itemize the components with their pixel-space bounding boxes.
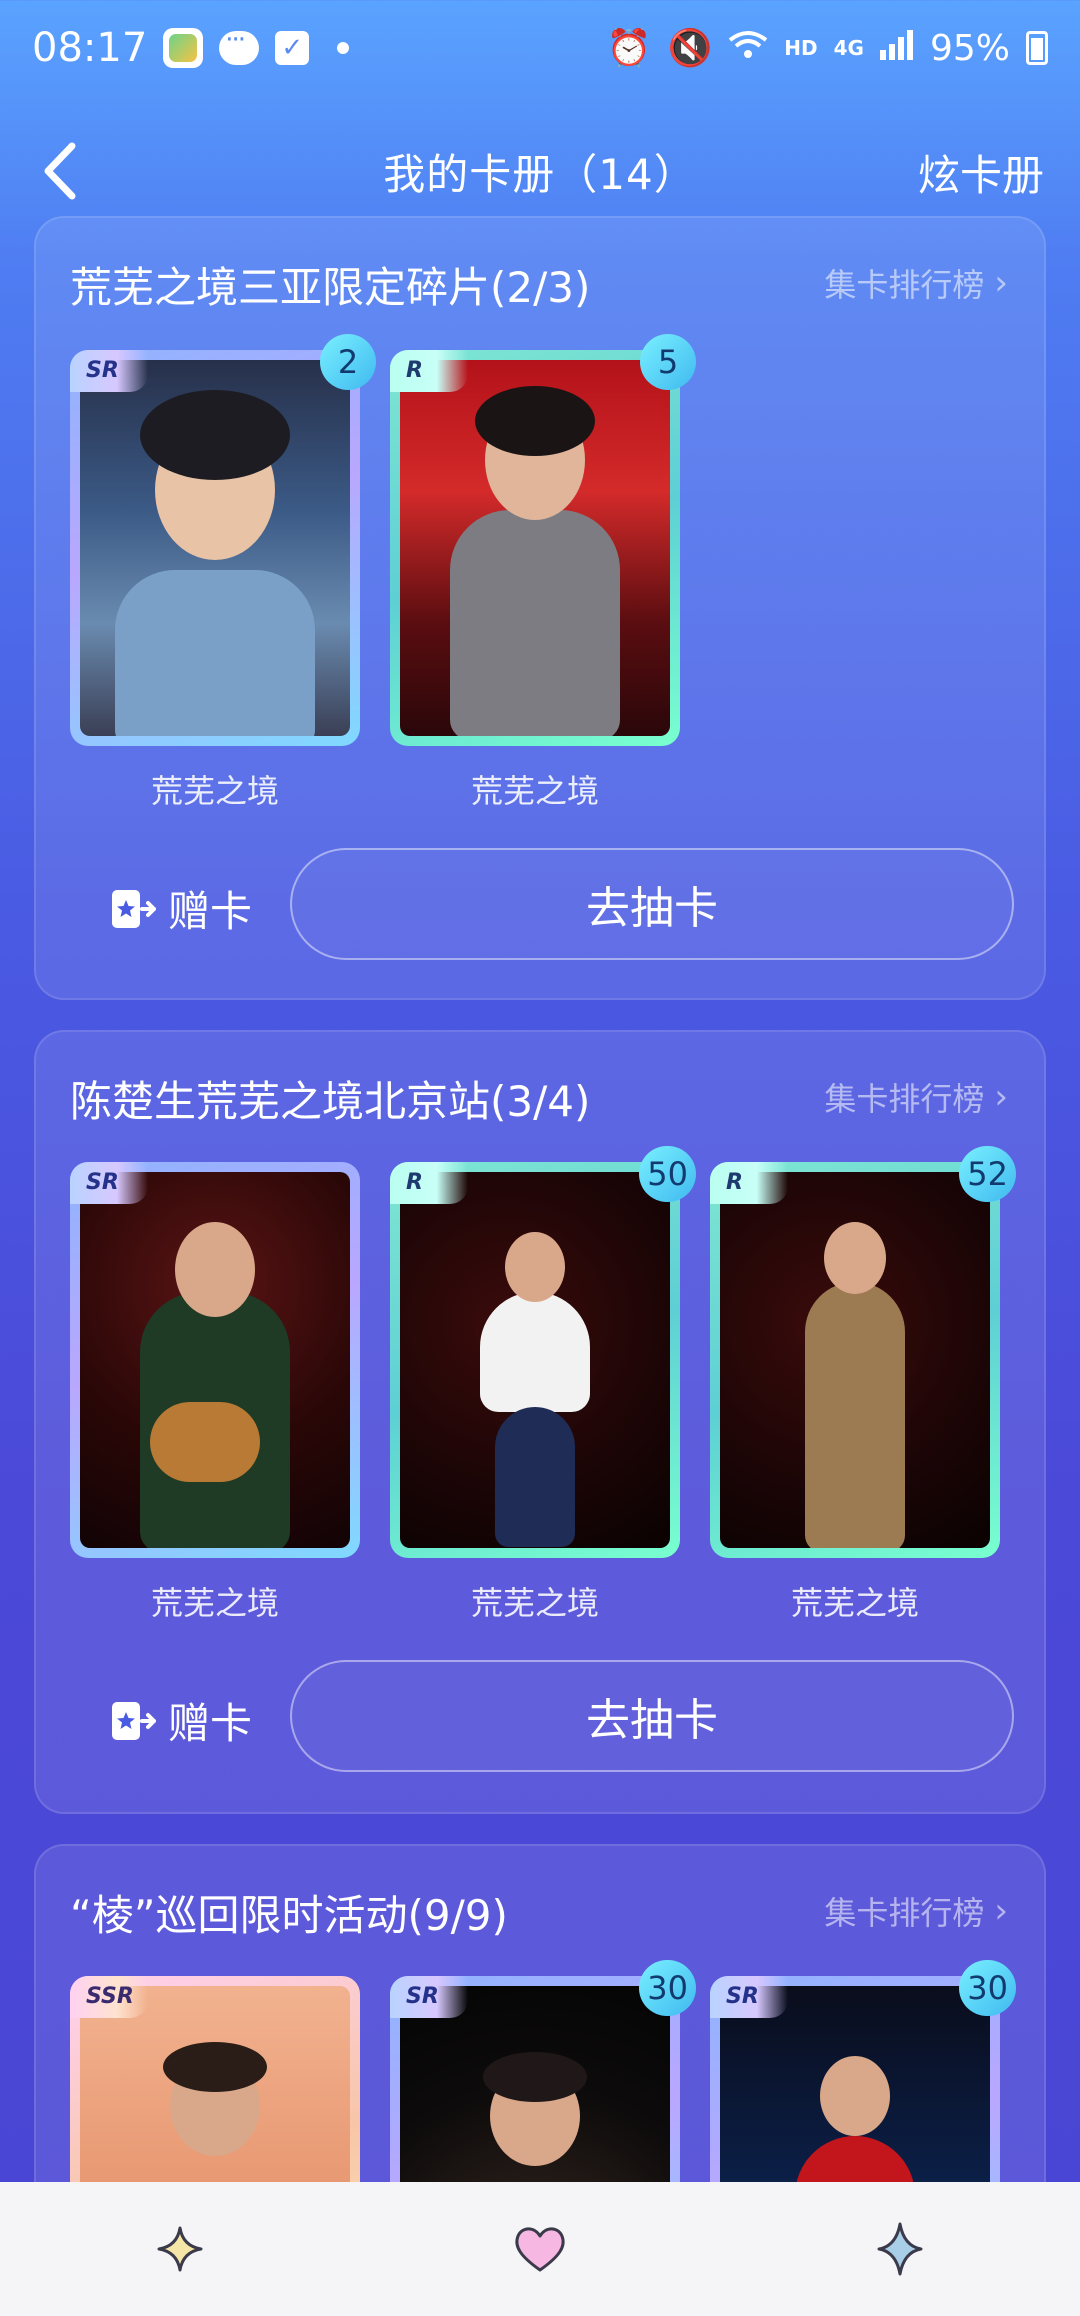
mute-icon: 🔇 (667, 28, 713, 69)
alarm-icon: ⏰ (606, 28, 652, 69)
rarity-badge: SR (390, 1976, 468, 2018)
rarity-badge: SR (70, 350, 148, 392)
guitar-shape (150, 1402, 260, 1482)
page-title: 我的卡册（14） (383, 149, 697, 199)
count-badge: 52 (959, 1146, 1016, 1202)
rank-link[interactable]: 集卡排行榜 › (824, 260, 1008, 306)
signal-4g-label: 4G (833, 36, 864, 60)
section-title: “棱”巡回限时活动(9/9) (70, 1891, 508, 1940)
figure-head (505, 1232, 565, 1302)
count-badge: 5 (640, 334, 696, 390)
battery-percent: 95% (929, 27, 1010, 69)
album-section-1: 荒芜之境三亚限定碎片(2/3) 集卡排行榜 › SR 2 荒芜之境 R 5 荒芜… (34, 216, 1046, 1000)
gift-card-label: 赠卡 (168, 1699, 253, 1748)
card-label: 荒芜之境 (470, 1584, 599, 1622)
bottom-nav (0, 2182, 1080, 2316)
rank-link[interactable]: 集卡排行榜 › (824, 1888, 1008, 1934)
card-frame (70, 1162, 360, 1558)
card-tile[interactable]: SR 2 (70, 334, 376, 746)
network-hd-label: HD (784, 36, 818, 60)
chevron-right-icon: › (994, 1891, 1008, 1931)
nav-sparkle-button[interactable] (145, 2214, 215, 2284)
sparkle-icon (157, 2226, 203, 2272)
album-section-2: 陈楚生荒芜之境北京站(3/4) 集卡排行榜 › SR 荒芜之境 R 50 荒芜之… (34, 1030, 1046, 1814)
gift-card-button[interactable]: 赠卡 (110, 878, 252, 939)
battery-icon (1026, 31, 1048, 65)
chevron-right-icon: › (994, 1077, 1008, 1117)
card-frame (70, 350, 360, 746)
heart-icon (515, 2227, 565, 2272)
rank-link-label: 集卡排行榜 (824, 1894, 985, 1932)
figure-hair (475, 386, 595, 456)
card-photo (400, 1172, 670, 1548)
figure-body (480, 1292, 590, 1412)
nav-heart-button[interactable] (505, 2214, 575, 2284)
signal-bars-icon (879, 28, 914, 69)
status-left: 08:17 ✓ (32, 25, 350, 71)
card-tile[interactable]: R 52 (710, 1146, 1016, 1558)
figure-hair (163, 2042, 267, 2092)
gift-card-icon (110, 1698, 156, 1744)
draw-card-button[interactable]: 去抽卡 (290, 848, 1014, 960)
figure-hair (483, 2052, 587, 2102)
rarity-badge: R (710, 1162, 788, 1204)
nav-star-button[interactable] (865, 2214, 935, 2284)
count-badge: 30 (639, 1960, 696, 2016)
gift-card-label: 赠卡 (168, 887, 253, 936)
rank-link-label: 集卡排行榜 (824, 1080, 985, 1118)
card-frame (390, 350, 680, 746)
figure-hair (140, 390, 290, 480)
show-album-button[interactable]: 炫卡册 (918, 142, 1044, 203)
back-button[interactable] (32, 136, 92, 206)
app-notification-icon (163, 28, 204, 68)
chevron-left-icon (44, 142, 76, 200)
figure-body (115, 570, 315, 736)
figure-body (805, 1282, 905, 1548)
rank-link-label: 集卡排行榜 (824, 266, 985, 304)
star-icon (877, 2222, 923, 2276)
wifi-icon (728, 28, 768, 69)
more-notifications-icon (337, 42, 350, 54)
card-tile[interactable]: SR (70, 1162, 360, 1558)
gift-card-button[interactable]: 赠卡 (110, 1690, 252, 1751)
card-label: 荒芜之境 (470, 772, 599, 810)
card-frame (390, 1162, 680, 1558)
card-frame (710, 1162, 1000, 1558)
card-tile[interactable]: R 5 (390, 334, 696, 746)
card-photo (720, 1172, 990, 1548)
figure-head (820, 2056, 890, 2136)
section-title: 陈楚生荒芜之境北京站(3/4) (70, 1077, 591, 1126)
card-label: 荒芜之境 (150, 772, 279, 810)
status-time: 08:17 (32, 25, 148, 71)
rarity-badge: R (390, 1162, 468, 1204)
figure-legs (495, 1407, 575, 1547)
figure-head (175, 1222, 255, 1317)
status-bar: 08:17 ✓ ⏰ 🔇 HD 4G 95% (0, 0, 1080, 96)
rarity-badge: SR (70, 1162, 148, 1204)
rank-link[interactable]: 集卡排行榜 › (824, 1074, 1008, 1120)
status-right: ⏰ 🔇 HD 4G 95% (607, 27, 1048, 69)
checkbox-notification-icon: ✓ (275, 31, 310, 65)
card-photo (400, 360, 670, 736)
chevron-right-icon: › (994, 263, 1008, 303)
rarity-badge: SR (710, 1976, 788, 2018)
rarity-badge: R (390, 350, 468, 392)
card-tile[interactable]: R 50 (390, 1146, 696, 1558)
gift-card-icon (110, 886, 156, 932)
card-photo (80, 1172, 350, 1548)
count-badge: 2 (320, 334, 376, 390)
count-badge: 30 (959, 1960, 1016, 2016)
figure-body (450, 510, 620, 736)
draw-card-button[interactable]: 去抽卡 (290, 1660, 1014, 1772)
card-label: 荒芜之境 (150, 1584, 279, 1622)
section-title: 荒芜之境三亚限定碎片(2/3) (70, 263, 591, 312)
rarity-badge: SSR (70, 1976, 148, 2018)
figure-head (824, 1222, 886, 1294)
card-photo (80, 360, 350, 736)
card-label: 荒芜之境 (790, 1584, 919, 1622)
message-icon (219, 25, 260, 65)
count-badge: 50 (639, 1146, 696, 1202)
